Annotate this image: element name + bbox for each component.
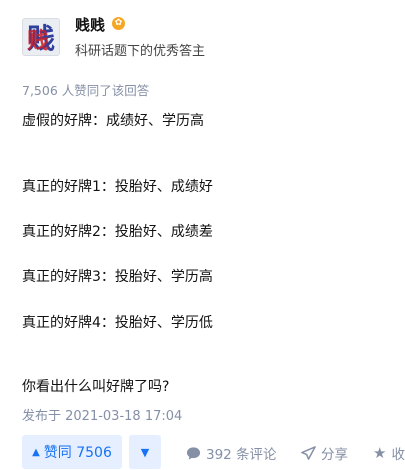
publish-time[interactable]: 发布于 2021-03-18 17:04 bbox=[22, 405, 182, 424]
avatar-glyph-shadow: 贱 bbox=[27, 28, 50, 54]
comment-bubble-icon bbox=[186, 446, 201, 460]
favorite-label: 收 bbox=[391, 447, 405, 463]
author-description: 科研话题下的优秀答主 bbox=[75, 44, 206, 59]
share-paper-plane-icon bbox=[301, 445, 316, 460]
author-name[interactable]: 贱贱 bbox=[75, 14, 105, 35]
upvote-button[interactable]: ▲ 赞同 7506 bbox=[22, 435, 122, 469]
share-label: 分享 bbox=[321, 447, 348, 463]
favorite-button[interactable]: ★ 收 bbox=[373, 443, 405, 463]
answer-line: 真正的好牌1：投胎好、成绩好 bbox=[22, 179, 213, 195]
star-icon: ★ bbox=[373, 444, 387, 462]
downvote-button[interactable]: ▼ bbox=[129, 435, 161, 469]
comments-label: 392 条评论 bbox=[206, 447, 277, 463]
avatar[interactable]: 贱 贱 bbox=[22, 18, 60, 56]
comments-button[interactable]: 392 条评论 bbox=[186, 443, 277, 463]
downvote-triangle-icon: ▼ bbox=[140, 445, 150, 459]
vote-count-text: 7,506 人赞同了该回答 bbox=[22, 83, 150, 98]
answer-line: 你看出什么叫好牌了吗? bbox=[22, 379, 170, 395]
upvote-label: 赞同 7506 bbox=[43, 445, 112, 461]
upvote-triangle-icon: ▲ bbox=[32, 446, 40, 458]
answer-line: 真正的好牌2：投胎好、成绩差 bbox=[22, 224, 213, 240]
excellent-badge-icon: ✿ bbox=[112, 17, 125, 30]
answer-line: 真正的好牌4：投胎好、学历低 bbox=[22, 315, 213, 331]
answer-line: 真正的好牌3：投胎好、学历高 bbox=[22, 269, 213, 285]
answer-line: 虚假的好牌：成绩好、学历高 bbox=[22, 113, 204, 129]
share-button[interactable]: 分享 bbox=[301, 443, 348, 463]
